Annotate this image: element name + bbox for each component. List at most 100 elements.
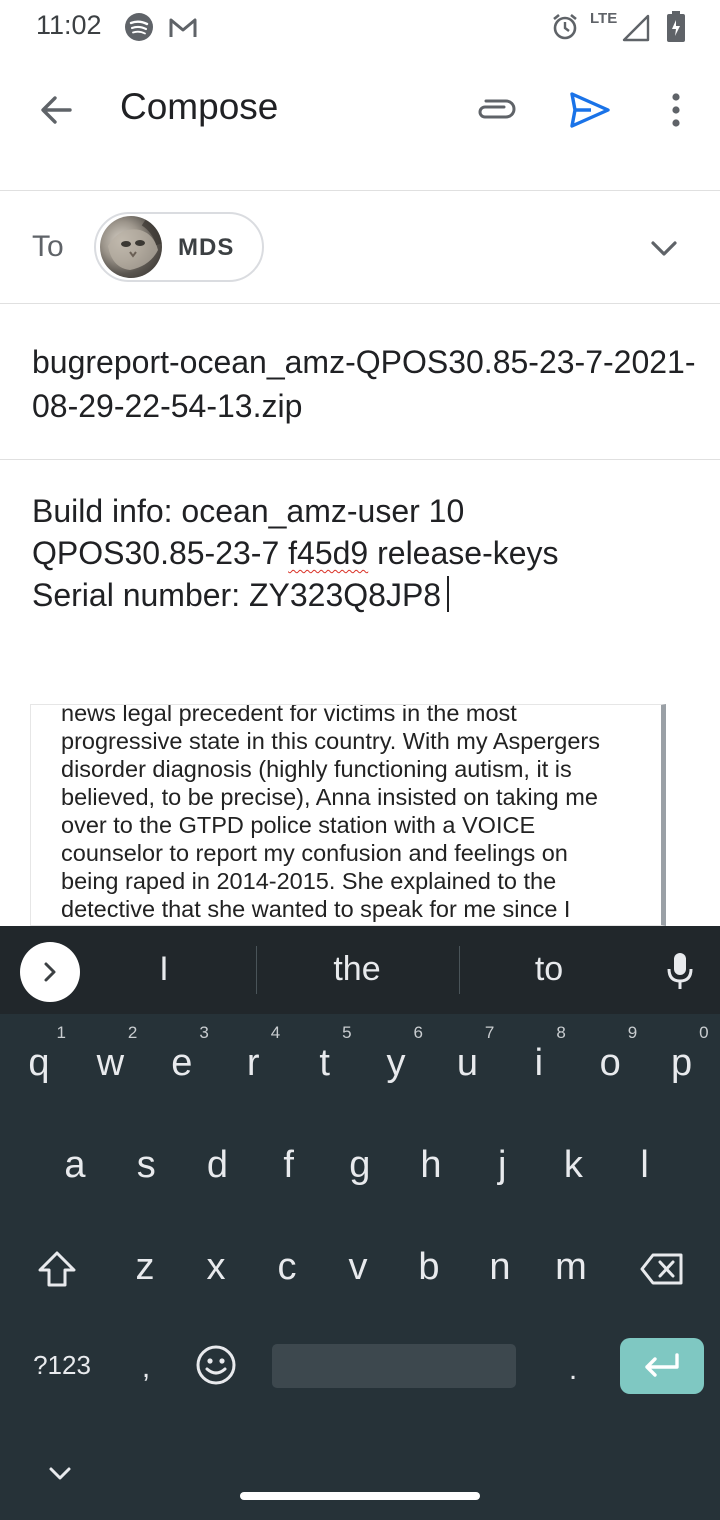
attach-icon[interactable] xyxy=(468,84,524,134)
key-g[interactable]: g xyxy=(325,1120,395,1210)
key-y[interactable]: y6 xyxy=(361,1018,431,1108)
key-s[interactable]: s xyxy=(111,1120,181,1210)
recipient-chip[interactable]: MDS xyxy=(94,212,264,282)
key-number-hint: 6 xyxy=(413,1023,423,1042)
chevron-down-icon[interactable] xyxy=(640,224,688,272)
key-label: b xyxy=(418,1246,440,1288)
shift-icon[interactable] xyxy=(32,1244,82,1294)
key-label: r xyxy=(246,1042,260,1084)
key-label: z xyxy=(135,1246,155,1288)
key-t[interactable]: t5 xyxy=(290,1018,360,1108)
more-vert-icon[interactable] xyxy=(652,82,700,138)
key-label: a xyxy=(64,1144,86,1186)
key-label: e xyxy=(171,1042,193,1084)
body-field[interactable]: Build info: ocean_amz-user 10 QPOS30.85-… xyxy=(32,490,702,616)
key-number-hint: 8 xyxy=(556,1023,566,1042)
to-label: To xyxy=(32,230,64,263)
misspelled-word: f45d9 xyxy=(288,535,369,571)
body-text-segment: Serial number: ZY323Q8JP8 xyxy=(32,577,442,613)
preview-line: disorder diagnosis (highly functioning a… xyxy=(61,756,572,782)
key-n[interactable]: n xyxy=(465,1222,535,1312)
body-line: QPOS30.85-23-7 f45d9 release-keys xyxy=(32,532,702,574)
key-k[interactable]: k xyxy=(538,1120,608,1210)
key-v[interactable]: v xyxy=(323,1222,393,1312)
body-line: Build info: ocean_amz-user 10 xyxy=(32,493,465,529)
back-arrow-icon[interactable] xyxy=(28,82,84,138)
avatar xyxy=(100,216,162,278)
comma-key[interactable]: , xyxy=(128,1338,164,1398)
key-label: o xyxy=(599,1042,621,1084)
key-label: m xyxy=(555,1246,587,1288)
keyboard: I the to q1w2e3r4t5y6u7i8o9p0asdfghjklzx… xyxy=(0,926,720,1426)
attachment-preview[interactable]: news legal precedent for victims in the … xyxy=(30,704,666,926)
key-h[interactable]: h xyxy=(396,1120,466,1210)
key-b[interactable]: b xyxy=(394,1222,464,1312)
key-x[interactable]: x xyxy=(181,1222,251,1312)
key-label: t xyxy=(319,1042,330,1084)
key-label: u xyxy=(456,1042,478,1084)
key-w[interactable]: w2 xyxy=(75,1018,145,1108)
gmail-icon xyxy=(168,16,198,45)
key-number-hint: 1 xyxy=(56,1023,66,1042)
key-j[interactable]: j xyxy=(467,1120,537,1210)
key-a[interactable]: a xyxy=(40,1120,110,1210)
send-icon[interactable] xyxy=(562,82,618,138)
preview-line: detective that she wanted to speak for m… xyxy=(61,896,571,922)
key-p[interactable]: p0 xyxy=(647,1018,717,1108)
suggestion-item[interactable]: the xyxy=(267,950,447,989)
divider xyxy=(0,190,720,191)
subject-field[interactable]: bugreport-ocean_amz-QPOS30.85-23-7-2021-… xyxy=(32,340,702,428)
key-label: g xyxy=(349,1144,371,1186)
hide-keyboard-icon[interactable] xyxy=(40,1454,80,1494)
symbols-key[interactable]: ?123 xyxy=(22,1340,102,1390)
body-text-segment: QPOS30.85-23-7 xyxy=(32,535,289,571)
preview-line: news legal precedent for victims in the … xyxy=(61,704,517,726)
key-label: d xyxy=(206,1144,228,1186)
emoji-icon[interactable] xyxy=(192,1340,240,1390)
suggestion-item[interactable]: to xyxy=(459,950,639,989)
space-key[interactable] xyxy=(272,1344,516,1388)
key-o[interactable]: o9 xyxy=(575,1018,645,1108)
key-q[interactable]: q1 xyxy=(4,1018,74,1108)
status-bar: 11:02 LTE xyxy=(0,0,720,54)
backspace-icon[interactable] xyxy=(636,1244,688,1294)
suggestion-item[interactable]: I xyxy=(74,950,254,989)
navigation-bar xyxy=(0,1426,720,1520)
key-i[interactable]: i8 xyxy=(504,1018,574,1108)
key-l[interactable]: l xyxy=(610,1120,680,1210)
divider xyxy=(256,946,257,994)
key-r[interactable]: r4 xyxy=(218,1018,288,1108)
body-line: Serial number: ZY323Q8JP8 xyxy=(32,574,702,616)
key-number-hint: 4 xyxy=(270,1023,281,1042)
text-cursor xyxy=(447,576,450,612)
key-c[interactable]: c xyxy=(252,1222,322,1312)
body-text-segment: release-keys xyxy=(368,535,559,571)
key-label: p xyxy=(671,1042,693,1084)
key-label: h xyxy=(420,1144,442,1186)
mic-icon[interactable] xyxy=(656,946,704,996)
key-label: c xyxy=(277,1246,297,1288)
key-label: s xyxy=(136,1144,156,1186)
network-type: LTE xyxy=(590,10,618,27)
key-label: y xyxy=(386,1042,406,1084)
home-handle[interactable] xyxy=(240,1492,480,1500)
preview-line: over to the GTPD police station with a V… xyxy=(61,812,536,838)
key-label: x xyxy=(206,1246,226,1288)
divider xyxy=(0,459,720,460)
key-number-hint: 3 xyxy=(199,1023,209,1042)
alarm-icon xyxy=(550,12,580,47)
key-u[interactable]: u7 xyxy=(432,1018,502,1108)
key-d[interactable]: d xyxy=(182,1120,252,1210)
enter-key[interactable] xyxy=(620,1338,704,1394)
key-number-hint: 2 xyxy=(127,1023,138,1042)
key-e[interactable]: e3 xyxy=(147,1018,217,1108)
key-m[interactable]: m xyxy=(536,1222,606,1312)
key-label: w xyxy=(96,1042,125,1084)
spotify-icon xyxy=(124,12,154,47)
key-f[interactable]: f xyxy=(254,1120,324,1210)
preview-line: believed, to be precise), Anna insisted … xyxy=(61,784,598,810)
preview-line: progressive state in this country. With … xyxy=(61,728,600,754)
period-key[interactable]: . xyxy=(556,1340,590,1400)
chevron-right-icon[interactable] xyxy=(20,942,80,1002)
key-z[interactable]: z xyxy=(110,1222,180,1312)
